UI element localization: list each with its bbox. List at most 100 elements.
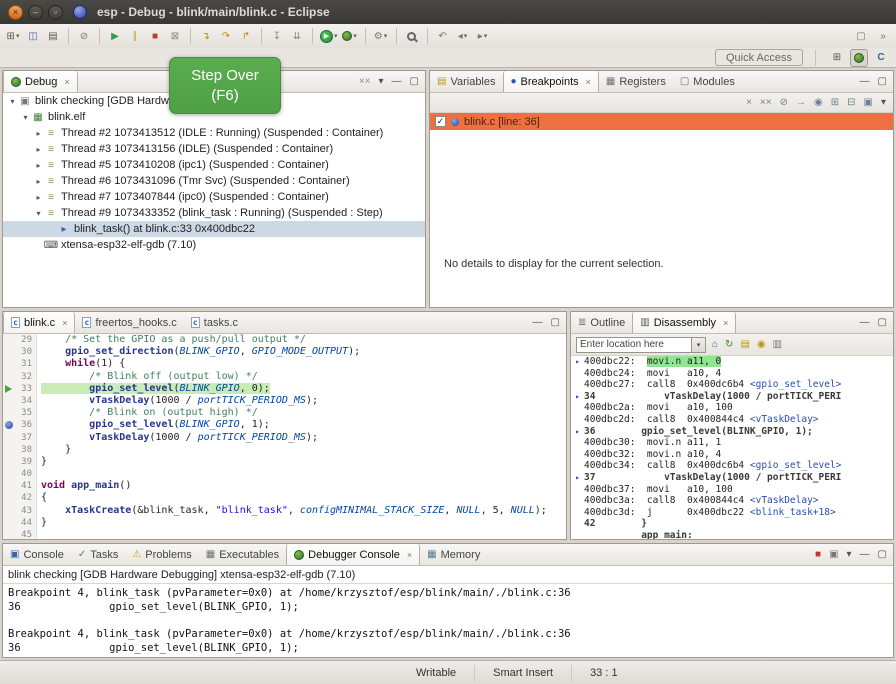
- collapse-all-icon[interactable]: ⊟: [847, 97, 855, 108]
- forward-button[interactable]: ▸▾: [474, 27, 492, 45]
- minimize-view-icon[interactable]: —: [860, 76, 870, 87]
- code-line[interactable]: 39}: [3, 456, 566, 468]
- location-input[interactable]: Enter location here: [577, 339, 691, 350]
- code-line[interactable]: 30 gpio_set_direction(BLINK_GPIO, GPIO_M…: [3, 346, 566, 358]
- tab-blink-c[interactable]: cblink.c×: [3, 312, 75, 333]
- tab-debug[interactable]: Debug×: [3, 71, 78, 92]
- expander-closed-icon[interactable]: ▸: [33, 161, 44, 170]
- tab-executables[interactable]: ▦Executables: [199, 544, 286, 565]
- debug-tree-row[interactable]: ▸blink_task() at blink.c:33 0x400dbc22: [3, 221, 425, 237]
- disasm-row[interactable]: app_main:: [571, 530, 893, 539]
- tab-problems[interactable]: ⚠Problems: [125, 544, 198, 565]
- code-line[interactable]: 36 gpio_set_level(BLINK_GPIO, 1);: [3, 419, 566, 431]
- maximize-view-icon[interactable]: ▢: [551, 317, 560, 328]
- maximize-view-icon[interactable]: ▢: [878, 549, 887, 560]
- skip-all-breakpoints-button[interactable]: ⊘: [75, 27, 93, 45]
- quick-access-button[interactable]: Quick Access: [715, 49, 803, 66]
- code-line[interactable]: 32 /* Blink off (output low) */: [3, 371, 566, 383]
- breakpoint-icon[interactable]: [5, 421, 13, 429]
- tab-debugger-console[interactable]: Debugger Console×: [286, 544, 420, 565]
- close-tab-icon[interactable]: ×: [407, 550, 412, 560]
- window-maximize-button[interactable]: ▫: [48, 5, 63, 20]
- code-editor[interactable]: 29 /* Set the GPIO as a push/pull output…: [3, 334, 566, 539]
- debug-perspective-button[interactable]: [850, 49, 868, 67]
- view-menu-icon[interactable]: ▾: [881, 97, 886, 108]
- remove-all-terminated-icon[interactable]: ××: [359, 76, 371, 87]
- expander-closed-icon[interactable]: ▸: [33, 193, 44, 202]
- minimize-view-icon[interactable]: —: [533, 317, 543, 328]
- display-selected-console-icon[interactable]: ▣: [829, 549, 838, 560]
- drop-to-frame-button[interactable]: ↧: [268, 27, 286, 45]
- disasm-row[interactable]: 400dbc30: movi.n a11, 1: [571, 437, 893, 449]
- code-line[interactable]: 35 /* Blink on (output high) */: [3, 407, 566, 419]
- disasm-row[interactable]: 400dbc3d: j 0x400dbc22 <blink_task+18>: [571, 507, 893, 519]
- tab-memory[interactable]: ▦Memory: [420, 544, 487, 565]
- c-cpp-perspective-button[interactable]: C: [872, 49, 890, 67]
- external-tools-button[interactable]: ⚙▾: [372, 27, 390, 45]
- disasm-row[interactable]: 400dbc3a: call8 0x400844c4 <vTaskDelay>: [571, 495, 893, 507]
- code-line[interactable]: 29 /* Set the GPIO as a push/pull output…: [3, 334, 566, 346]
- disassembly-listing[interactable]: ▸400dbc22: movi.n a11, 0400dbc24: movi a…: [571, 356, 893, 539]
- tab-tasks[interactable]: ✓Tasks: [71, 544, 126, 565]
- debug-dropdown-icon[interactable]: ▾: [353, 32, 357, 40]
- disasm-row[interactable]: ▸37 vTaskDelay(1000 / portTICK_PERI: [571, 472, 893, 484]
- maximize-view-icon[interactable]: ▢: [410, 76, 419, 87]
- debug-tree-row[interactable]: ▸≡Thread #5 1073410208 (ipc1) (Suspended…: [3, 157, 425, 173]
- remove-breakpoint-icon[interactable]: ×: [746, 97, 752, 108]
- code-line[interactable]: 38 }: [3, 444, 566, 456]
- resume-button[interactable]: ▶: [106, 27, 124, 45]
- terminate-console-icon[interactable]: ■: [815, 549, 821, 560]
- minimize-view-icon[interactable]: —: [860, 549, 870, 560]
- expander-closed-icon[interactable]: ▸: [33, 177, 44, 186]
- tab-freertos-hooks-c[interactable]: cfreertos_hooks.c: [75, 312, 183, 333]
- view-menu-icon[interactable]: ▾: [379, 76, 384, 87]
- expander-closed-icon[interactable]: ▸: [33, 145, 44, 154]
- title-bar[interactable]: ×–▫ esp - Debug - blink/main/blink.c - E…: [0, 0, 896, 24]
- step-into-button[interactable]: ↴: [197, 27, 215, 45]
- minimize-view-icon[interactable]: —: [860, 317, 870, 328]
- tab-modules[interactable]: ▢Modules: [673, 71, 742, 92]
- code-line[interactable]: 37 vTaskDelay(1000 / portTICK_PERIOD_MS)…: [3, 432, 566, 444]
- save-button[interactable]: ◫: [24, 27, 42, 45]
- disasm-row[interactable]: 400dbc24: movi a10, 4: [571, 368, 893, 380]
- disasm-row[interactable]: ▸36 gpio_set_level(BLINK_GPIO, 1);: [571, 426, 893, 438]
- disasm-row[interactable]: ▸400dbc22: movi.n a11, 0: [571, 356, 893, 368]
- tab-breakpoints[interactable]: ●Breakpoints×: [503, 71, 599, 92]
- code-line[interactable]: 44}: [3, 517, 566, 529]
- breakpoint-checkbox[interactable]: ✓: [435, 116, 446, 127]
- code-line[interactable]: 34 vTaskDelay(1000 / portTICK_PERIOD_MS)…: [3, 395, 566, 407]
- new-wizard-dropdown-icon[interactable]: ▾: [16, 32, 20, 40]
- debug-tree-row[interactable]: ⌨xtensa-esp32-elf-gdb (7.10): [3, 237, 425, 253]
- disasm-row[interactable]: ▸34 vTaskDelay(1000 / portTICK_PERI: [571, 391, 893, 403]
- show-source-icon[interactable]: ▤: [740, 339, 749, 350]
- new-wizard-button[interactable]: ⊞▾: [4, 27, 22, 45]
- instruction-stepping-button[interactable]: ⇊: [288, 27, 306, 45]
- code-line[interactable]: 31 while(1) {: [3, 358, 566, 370]
- go-to-file-icon[interactable]: →: [796, 97, 806, 108]
- tab-disassembly[interactable]: ▥Disassembly×: [632, 312, 736, 333]
- back-button[interactable]: ◂▾: [454, 27, 472, 45]
- debug-tree-row[interactable]: ▸≡Thread #7 1073407844 (ipc0) (Suspended…: [3, 189, 425, 205]
- disconnect-button[interactable]: ⊠: [166, 27, 184, 45]
- location-combo[interactable]: Enter location here ▾: [576, 337, 706, 353]
- debug-tree-row[interactable]: ▸≡Thread #6 1073431096 (Tmr Svc) (Suspen…: [3, 173, 425, 189]
- back-dropdown-icon[interactable]: ▾: [464, 32, 468, 40]
- console-output[interactable]: Breakpoint 4, blink_task (pvParameter=0x…: [3, 584, 893, 658]
- disasm-row[interactable]: 400dbc27: call8 0x400dc6b4 <gpio_set_lev…: [571, 379, 893, 391]
- expander-closed-icon[interactable]: ▸: [33, 129, 44, 138]
- code-line[interactable]: 33 gpio_set_level(BLINK_GPIO, 0);: [3, 383, 566, 395]
- window-minimize-button[interactable]: –: [28, 5, 43, 20]
- terminate-button[interactable]: ■: [146, 27, 164, 45]
- remove-all-breakpoints-icon[interactable]: ××: [760, 97, 772, 108]
- print-button[interactable]: ▤: [44, 27, 62, 45]
- view-menu-icon[interactable]: ▾: [847, 549, 852, 560]
- maximize-view-icon[interactable]: ▢: [878, 317, 887, 328]
- expander-open-icon[interactable]: ▾: [20, 113, 31, 122]
- show-supported-breakpoints-icon[interactable]: ⊘: [780, 97, 788, 108]
- suspend-button[interactable]: ∥: [126, 27, 144, 45]
- code-line[interactable]: 45: [3, 529, 566, 539]
- tab-console[interactable]: ▣Console: [3, 544, 71, 565]
- tab-variables[interactable]: ▤Variables: [430, 71, 503, 92]
- expand-all-icon[interactable]: ⊞: [831, 97, 839, 108]
- external-tools-dropdown-icon[interactable]: ▾: [384, 32, 388, 40]
